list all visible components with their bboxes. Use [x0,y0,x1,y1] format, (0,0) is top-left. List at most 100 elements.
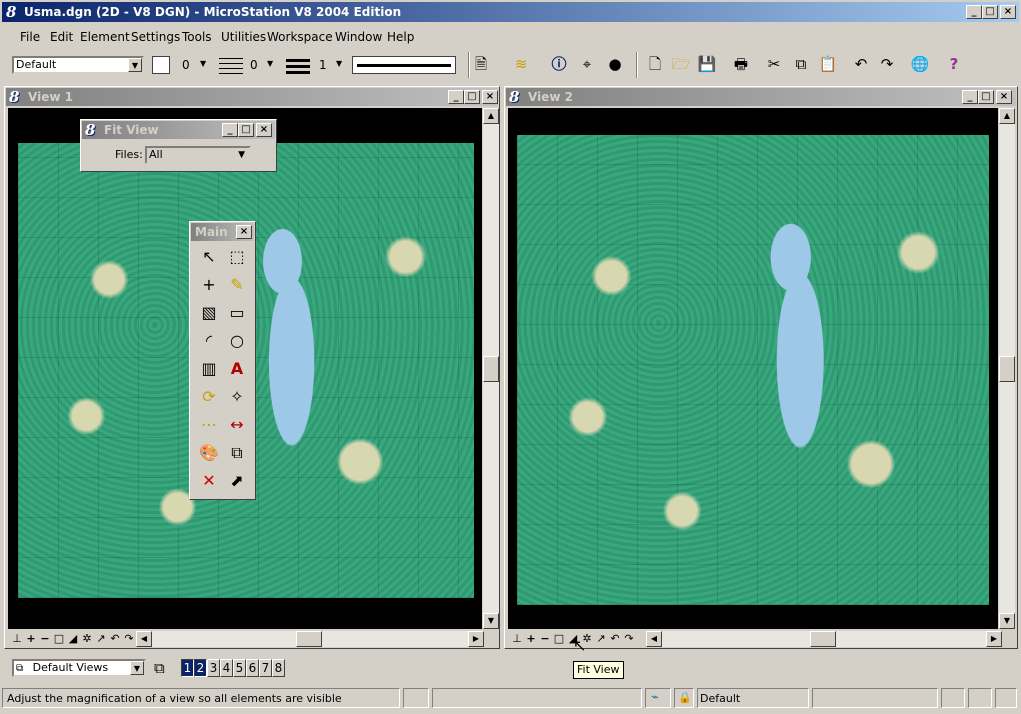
menu-file[interactable]: File [20,30,40,44]
zoom-out-icon[interactable]: − [38,631,52,647]
reference-icon[interactable]: 🗎 [470,53,492,75]
view-next-icon[interactable]: ↷ [122,631,136,647]
view-groups-manage-icon[interactable]: ⧉ [154,659,165,677]
view-next-icon[interactable]: ↷ [622,631,636,647]
view-previous-icon[interactable]: ↶ [608,631,622,647]
globe-icon[interactable]: 🌐 [909,53,931,75]
circle-icon[interactable]: ○ [224,328,250,354]
level-select[interactable]: Default ▼ [12,56,144,74]
text-icon[interactable]: A [224,356,250,382]
paste-icon[interactable]: 📋 [817,53,839,75]
main-palette-close-button[interactable]: × [236,225,252,239]
scroll-left-icon[interactable]: ◀ [136,631,152,647]
maximize-button[interactable]: □ [982,5,998,19]
menu-element[interactable]: Element [80,30,130,44]
line-weight-icon[interactable] [286,56,310,74]
levels-icon[interactable]: ≋ [510,53,532,75]
view-2-hscroll-thumb[interactable] [810,631,836,647]
view-toggle-3[interactable]: 3 [207,659,220,677]
view-groups-select[interactable]: ⧉ Default Views ▼ [12,659,146,677]
view-2-minimize-button[interactable]: _ [962,90,978,104]
view-previous-icon[interactable]: ↶ [108,631,122,647]
element-selection-icon[interactable]: ↖ [196,244,222,270]
scroll-right-icon[interactable]: ▶ [986,631,1002,647]
view-toggle-6[interactable]: 6 [246,659,259,677]
menu-help[interactable]: Help [387,30,414,44]
smartline-icon[interactable]: ✎ [224,272,250,298]
arc-icon[interactable]: ◜ [196,328,222,354]
render-icon[interactable]: ● [604,53,626,75]
view-2-close-button[interactable]: × [996,90,1012,104]
view-2-hscroll[interactable]: ◀ ▶ [646,631,1002,647]
fence-icon[interactable]: ⬚ [224,244,250,270]
scroll-up-icon[interactable]: ▲ [483,108,499,124]
files-select[interactable]: All ▼ [145,146,251,164]
view-1-vscroll-thumb[interactable] [483,356,499,382]
fit-view-close-button[interactable]: × [256,123,272,137]
help-icon[interactable]: ? [943,53,965,75]
measure-icon[interactable]: ⋯ [196,412,222,438]
scroll-down-icon[interactable]: ▼ [999,613,1015,629]
view-1-vscroll[interactable]: ▲ ▼ [483,108,499,629]
rectangle-icon[interactable]: ▭ [224,300,250,326]
zoom-out-icon[interactable]: − [538,631,552,647]
minimize-button[interactable]: _ [966,5,982,19]
zoom-in-icon[interactable]: + [24,631,38,647]
rotate-view-icon[interactable]: ✲ [80,631,94,647]
print-icon[interactable]: 🖶 [730,53,752,75]
open-folder-icon[interactable]: 🗁 [670,53,692,75]
view-toggle-8[interactable]: 8 [272,659,285,677]
place-point-icon[interactable]: + [196,272,222,298]
save-icon[interactable]: 💾 [696,53,718,75]
snap-mode-field[interactable]: ⌁ [645,688,671,708]
cut-icon[interactable]: ✂ [763,53,785,75]
undo-icon[interactable]: ↶ [850,53,872,75]
scroll-right-icon[interactable]: ▶ [468,631,484,647]
update-view-icon[interactable]: ⊥ [510,631,524,647]
menu-edit[interactable]: Edit [50,30,73,44]
fit-view-minimize-button[interactable]: _ [222,123,238,137]
info-icon[interactable]: ⓘ [548,53,570,75]
view-1-close-button[interactable]: × [482,90,498,104]
view-1-hscroll-thumb[interactable] [296,631,322,647]
view-1-hscroll[interactable]: ◀ ▶ [136,631,484,647]
scroll-left-icon[interactable]: ◀ [646,631,662,647]
pan-view-icon[interactable]: ↗ [594,631,608,647]
manipulate-icon[interactable]: ⬈ [224,468,250,494]
style-dropdown-icon[interactable]: ▼ [267,59,273,68]
lock-field[interactable]: 🔒 [674,688,694,708]
scroll-up-icon[interactable]: ▲ [999,108,1015,124]
snap-icon[interactable]: ⌖ [576,53,598,75]
close-button[interactable]: × [1000,5,1016,19]
window-area-icon[interactable]: □ [552,631,566,647]
view-2-maximize-button[interactable]: □ [978,90,994,104]
view-toggle-4[interactable]: 4 [220,659,233,677]
delete-element-icon[interactable]: ✕ [196,468,222,494]
color-dropdown-icon[interactable]: ▼ [200,59,206,68]
view-1-minimize-button[interactable]: _ [448,90,464,104]
line-preview[interactable] [352,56,456,74]
view-toggle-5[interactable]: 5 [233,659,246,677]
menu-settings[interactable]: Settings [131,30,180,44]
menu-tools[interactable]: Tools [182,30,212,44]
zoom-in-icon[interactable]: + [524,631,538,647]
color-swatch[interactable] [152,56,170,74]
menu-window[interactable]: Window [335,30,382,44]
weight-dropdown-icon[interactable]: ▼ [336,59,342,68]
dimension-icon[interactable]: ↔ [224,412,250,438]
fit-view-icon[interactable]: ◢ [66,631,80,647]
view-1-maximize-button[interactable]: □ [464,90,480,104]
line-style-icon[interactable] [219,56,243,74]
active-level-field[interactable]: Default [697,688,809,708]
modify-icon[interactable]: ⟳ [196,384,222,410]
new-file-icon[interactable]: 🗋 [644,53,666,75]
update-view-icon[interactable]: ⊥ [10,631,24,647]
view-toggle-7[interactable]: 7 [259,659,272,677]
window-area-icon[interactable]: □ [52,631,66,647]
view-toggle-1[interactable]: 1 [181,659,194,677]
change-attributes-icon[interactable]: 🎨 [196,440,222,466]
copy-icon[interactable]: ⧉ [790,53,812,75]
menu-utilities[interactable]: Utilities [221,30,266,44]
view-2-vscroll-thumb[interactable] [999,356,1015,382]
redo-icon[interactable]: ↷ [876,53,898,75]
